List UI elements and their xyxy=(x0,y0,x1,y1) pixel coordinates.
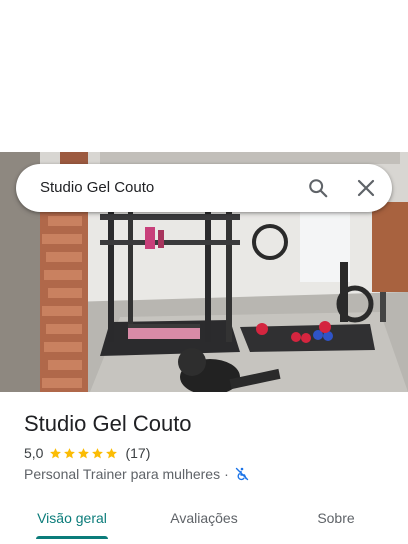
tab-overview[interactable]: Visão geral xyxy=(22,496,122,540)
search-icon[interactable] xyxy=(302,172,334,204)
rating-row[interactable]: 5,0 (17) xyxy=(24,444,150,462)
star-icon xyxy=(92,447,104,458)
star-icon xyxy=(106,447,118,458)
star-icon xyxy=(78,447,90,458)
tab-about[interactable]: Sobre xyxy=(286,496,386,540)
place-info-panel: Studio Gel Couto 5,0 (17) Personal Train… xyxy=(0,392,408,544)
map-top-area xyxy=(0,0,408,152)
place-category[interactable]: Personal Trainer para mulheres xyxy=(24,466,220,482)
star-icon xyxy=(64,447,76,458)
tab-reviews[interactable]: Avaliações xyxy=(154,496,254,540)
search-bar[interactable]: Studio Gel Couto xyxy=(16,164,392,212)
close-icon[interactable] xyxy=(350,172,382,204)
review-count[interactable]: (17) xyxy=(125,445,150,461)
no-wheelchair-icon[interactable] xyxy=(235,467,249,481)
search-query[interactable]: Studio Gel Couto xyxy=(40,178,154,198)
place-title: Studio Gel Couto xyxy=(24,411,192,436)
star-rating xyxy=(49,447,119,460)
place-tabs: Visão geral Avaliações Sobre xyxy=(0,496,408,544)
rating-value: 5,0 xyxy=(24,445,44,461)
star-icon xyxy=(50,447,62,458)
active-tab-indicator xyxy=(36,536,108,539)
separator-dot: · xyxy=(224,466,229,482)
category-row: Personal Trainer para mulheres · xyxy=(24,465,249,483)
